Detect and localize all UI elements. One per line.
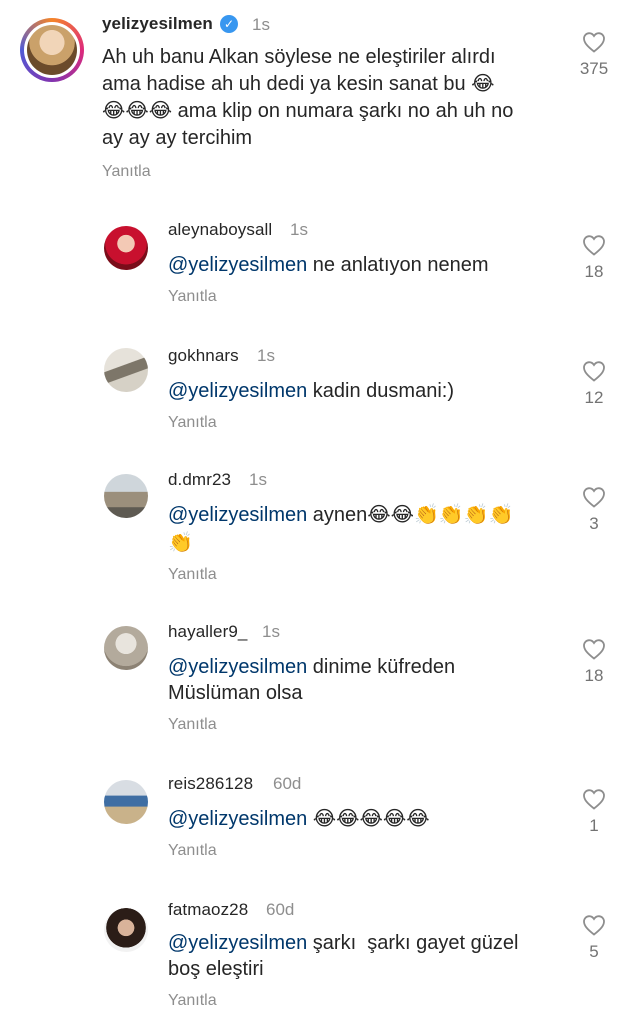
reply-text-body: ne anlatıyon nenem bbox=[307, 254, 489, 276]
avatar-yelizyesilmen[interactable] bbox=[20, 18, 84, 82]
like-count: 375 bbox=[579, 59, 609, 78]
like-button[interactable]: 5 bbox=[564, 914, 624, 962]
reply-comment: hayaller9_ 1s @yelizyesilmen dinime küfr… bbox=[0, 614, 640, 756]
reply-username[interactable]: hayaller9_ bbox=[168, 622, 247, 642]
heart-outline-icon bbox=[583, 639, 605, 660]
mention-link[interactable]: @yelizyesilmen bbox=[168, 808, 307, 830]
main-comment: yelizyesilmen ✓ 1s Ah uh banu Alkan söyl… bbox=[0, 0, 640, 200]
reply-username[interactable]: aleynaboysall bbox=[168, 220, 272, 240]
reply-text: @yelizyesilmen dinime küfreden bbox=[168, 654, 455, 680]
like-count: 3 bbox=[589, 514, 599, 533]
avatar-aleynaboysall[interactable] bbox=[104, 226, 148, 270]
comment-text-line-4: ay ay ay tercihim bbox=[102, 127, 253, 149]
avatar-d-dmr23[interactable] bbox=[104, 474, 148, 518]
avatar-fatmaoz28[interactable] bbox=[104, 908, 148, 952]
reply-username[interactable]: d.dmr23 bbox=[168, 470, 231, 490]
reply-text-body: 😂😂😂😂😂 bbox=[307, 808, 430, 830]
reply-button[interactable]: Yanıtla bbox=[168, 288, 217, 306]
reply-text: @yelizyesilmen kadin dusmani:) bbox=[168, 378, 454, 404]
reply-comment: d.dmr23 1s @yelizyesilmen aynen😂😂👏👏👏👏 👏 … bbox=[0, 462, 640, 610]
reply-time: 60d bbox=[273, 774, 302, 793]
reply-button[interactable]: Yanıtla bbox=[168, 566, 217, 584]
avatar-reis286128[interactable] bbox=[104, 780, 148, 824]
reply-button[interactable]: Yanıtla bbox=[102, 163, 151, 181]
reply-username[interactable]: reis286128 bbox=[168, 774, 253, 794]
reply-text: @yelizyesilmen 😂😂😂😂😂 bbox=[168, 806, 430, 832]
reply-text-line-2: boş eleştiri bbox=[168, 958, 264, 980]
heart-outline-icon bbox=[583, 789, 605, 810]
reply-text: @yelizyesilmen aynen😂😂👏👏👏👏 bbox=[168, 502, 514, 528]
reply-button[interactable]: Yanıtla bbox=[168, 992, 217, 1010]
comment-text-line-2: ama hadise ah uh dedi ya kesin sanat bu … bbox=[102, 73, 495, 95]
reply-comment: gokhnars 1s @yelizyesilmen kadin dusmani… bbox=[0, 336, 640, 454]
reply-username[interactable]: fatmaoz28 bbox=[168, 900, 248, 920]
like-button[interactable]: 3 bbox=[564, 486, 624, 534]
like-button[interactable]: 18 bbox=[564, 638, 624, 686]
reply-time: 1s bbox=[249, 470, 267, 489]
reply-text-line-2: 👏 bbox=[168, 532, 193, 554]
avatar-gokhnars[interactable] bbox=[104, 348, 148, 392]
reply-text-body: şarkı şarkı gayet güzel bbox=[307, 932, 519, 954]
like-button[interactable]: 18 bbox=[564, 234, 624, 282]
reply-button[interactable]: Yanıtla bbox=[168, 414, 217, 432]
reply-time: 1s bbox=[262, 622, 280, 641]
reply-time: 1s bbox=[257, 346, 275, 365]
reply-button[interactable]: Yanıtla bbox=[168, 716, 217, 734]
heart-outline-icon bbox=[583, 915, 605, 936]
like-count: 1 bbox=[589, 816, 599, 835]
avatar-hayaller9[interactable] bbox=[104, 626, 148, 670]
like-button[interactable]: 1 bbox=[564, 788, 624, 836]
mention-link[interactable]: @yelizyesilmen bbox=[168, 932, 307, 954]
reply-text-line-2: Müslüman olsa bbox=[168, 682, 303, 704]
mention-link[interactable]: @yelizyesilmen bbox=[168, 254, 307, 276]
heart-outline-icon bbox=[583, 487, 605, 508]
like-count: 12 bbox=[584, 388, 604, 407]
heart-outline-icon bbox=[583, 32, 605, 53]
like-count: 18 bbox=[584, 666, 604, 685]
mention-link[interactable]: @yelizyesilmen bbox=[168, 656, 307, 678]
comment-time: 1s bbox=[252, 15, 270, 34]
reply-text: @yelizyesilmen ne anlatıyon nenem bbox=[168, 252, 488, 278]
like-button[interactable]: 375 bbox=[564, 31, 624, 79]
comment-text-line-3: 😂😂😂 ama klip on numara şarkı no ah uh no bbox=[102, 100, 514, 122]
heart-outline-icon bbox=[583, 235, 605, 256]
mention-link[interactable]: @yelizyesilmen bbox=[168, 380, 307, 402]
reply-text-body: dinime küfreden bbox=[307, 656, 456, 678]
avatar-photo bbox=[27, 25, 77, 75]
reply-comment: aleynaboysall 1s @yelizyesilmen ne anlat… bbox=[0, 210, 640, 328]
like-button[interactable]: 12 bbox=[564, 360, 624, 408]
verified-badge-icon: ✓ bbox=[220, 15, 238, 33]
reply-button[interactable]: Yanıtla bbox=[168, 842, 217, 860]
reply-text: @yelizyesilmen şarkı şarkı gayet güzel bbox=[168, 930, 518, 956]
reply-username[interactable]: gokhnars bbox=[168, 346, 239, 366]
reply-time: 60d bbox=[266, 900, 295, 919]
reply-text-body: aynen😂😂👏👏👏👏 bbox=[307, 504, 514, 526]
comment-username[interactable]: yelizyesilmen bbox=[102, 14, 213, 34]
reply-comment: fatmaoz28 60d @yelizyesilmen şarkı şarkı… bbox=[0, 894, 640, 1009]
comment-text-line-1: Ah uh banu Alkan söylese ne eleştiriler … bbox=[102, 46, 496, 68]
reply-comment: reis286128 60d @yelizyesilmen 😂😂😂😂😂 Yanı… bbox=[0, 766, 640, 884]
like-count: 5 bbox=[589, 942, 599, 961]
reply-time: 1s bbox=[290, 220, 308, 239]
like-count: 18 bbox=[584, 262, 604, 281]
heart-outline-icon bbox=[583, 361, 605, 382]
reply-text-body: kadin dusmani:) bbox=[307, 380, 454, 402]
mention-link[interactable]: @yelizyesilmen bbox=[168, 504, 307, 526]
